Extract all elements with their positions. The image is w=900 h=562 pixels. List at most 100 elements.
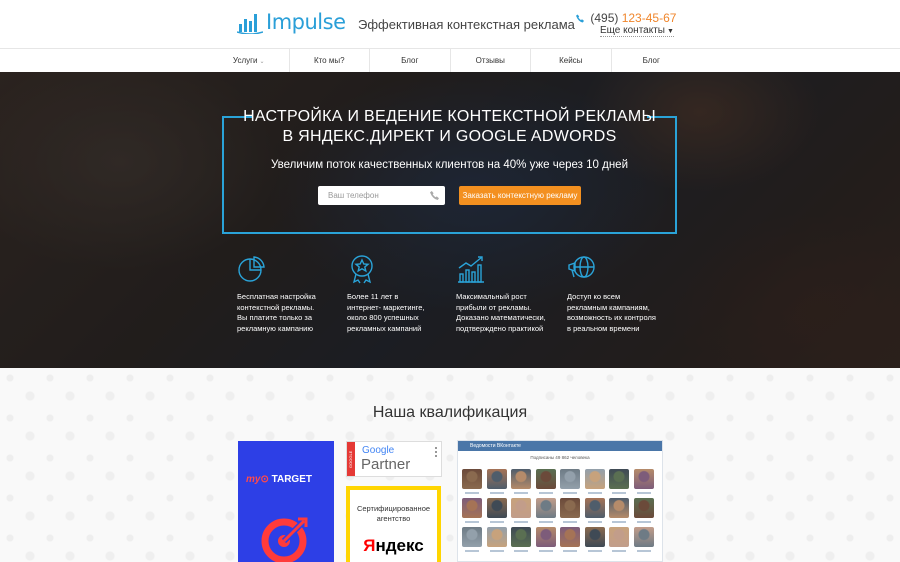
logo[interactable]: Impulse	[237, 10, 346, 34]
feature-line: около 800 успешных	[347, 313, 419, 322]
phone-icon	[576, 14, 584, 23]
vk-member-avatar[interactable]	[535, 469, 556, 494]
nav-item-blog[interactable]: Блог	[369, 49, 450, 72]
yandex-rest: ндекс	[375, 536, 424, 555]
phone-icon	[430, 191, 439, 200]
vk-member-avatar[interactable]	[511, 469, 531, 494]
order-ads-button[interactable]: Заказать контекстную рекламу	[459, 186, 581, 205]
yandex-cert-text: Сертифицированное агентство	[356, 504, 431, 523]
vk-member-avatar[interactable]	[462, 498, 482, 523]
vk-member-avatar[interactable]	[486, 527, 507, 552]
nav-item-reviews[interactable]: Отзывы	[449, 49, 531, 72]
site-tagline: Эффективная контекстная реклама	[358, 17, 575, 32]
vk-member-avatar[interactable]	[584, 527, 605, 552]
feature-line: Доступ ко всем	[567, 292, 621, 301]
more-contacts-label: Еще контакты	[600, 25, 665, 36]
qualification-section: Наша квалификация my⊙ TARGET GOOGLE Goog…	[0, 368, 900, 562]
vk-member-avatar[interactable]	[609, 527, 629, 552]
hero-section: НАСТРОЙКА И ВЕДЕНИЕ КОНТЕКСТНОЙ РЕКЛАМЫ …	[0, 72, 900, 368]
main-nav: Услуги ⌄ Кто мы? Блог Отзывы Кейсы Блог	[0, 48, 900, 72]
megaphone-globe-icon	[568, 256, 595, 278]
target-icon	[261, 517, 308, 562]
feature-line: прибыли от рекламы.	[456, 302, 532, 312]
hero-title: НАСТРОЙКА И ВЕДЕНИЕ КОНТЕКСТНОЙ РЕКЛАМЫ …	[222, 107, 677, 147]
vk-member-avatar[interactable]	[584, 469, 605, 494]
yandex-logo: Яндекс	[350, 536, 437, 556]
feature-line: Доказано математически,	[456, 313, 546, 322]
phone-number[interactable]: (495) 123-45-67	[576, 11, 676, 25]
vk-member-avatar[interactable]	[535, 527, 556, 552]
yandex-certified-badge[interactable]: Сертифицированное агентство Яндекс	[346, 486, 441, 562]
feature-line: интернет- маркетинге,	[347, 302, 425, 312]
vk-member-avatar[interactable]	[633, 469, 654, 494]
vk-member-avatar[interactable]	[609, 498, 629, 523]
features-list: Бесплатная настройка контекстной рекламы…	[237, 254, 667, 354]
pie-chart-coin-icon	[238, 256, 265, 282]
feature-item: Бесплатная настройка контекстной рекламы…	[237, 254, 337, 334]
google-word: Google	[362, 445, 395, 456]
vk-member-avatar[interactable]	[560, 469, 580, 494]
feature-line: рекламных кампаний	[347, 323, 422, 333]
hero-subtitle: Увеличим поток качественных клиентов на …	[270, 159, 628, 171]
phone-digits: 123-45-67	[621, 11, 677, 25]
award-medal-icon	[351, 255, 373, 284]
nav-item-services[interactable]: Услуги ⌄	[209, 49, 289, 72]
site-header: Impulse Эффективная контекстная реклама …	[0, 0, 900, 48]
google-partner-badge[interactable]: GOOGLE Google Partner	[346, 441, 442, 477]
section-title: Наша квалификация	[372, 404, 528, 421]
vk-community-widget[interactable]: Ведомости ВКонтакте Подписаны 49 862 чел…	[457, 440, 663, 562]
phone-code: (495)	[590, 11, 619, 25]
feature-line: рекламную кампанию	[237, 323, 313, 333]
hero-title-line1: НАСТРОЙКА И ВЕДЕНИЕ КОНТЕКСТНОЙ РЕКЛАМЫ	[243, 108, 656, 125]
feature-line: Вы платите только за	[237, 313, 313, 322]
feature-line: подтверждено практикой	[456, 323, 544, 333]
vk-member-avatar[interactable]	[584, 498, 605, 523]
feature-item: Более 11 лет в интернет- маркетинге, око…	[347, 254, 447, 334]
google-partner-side-label: GOOGLE	[347, 442, 355, 476]
partner-word: Partner	[361, 456, 411, 473]
feature-line: возможность их контроля	[567, 313, 656, 322]
feature-item: Доступ ко всем рекламным кампаниям, возм…	[567, 254, 667, 334]
vk-member-avatar[interactable]	[535, 498, 556, 523]
feature-line: Более 11 лет в	[347, 292, 399, 301]
bar-chart-logo-icon	[237, 14, 263, 34]
vk-member-avatar[interactable]	[511, 498, 531, 523]
nav-item-cases[interactable]: Кейсы	[530, 49, 611, 72]
nav-item-label: Услуги	[232, 56, 258, 65]
vk-widget-header: Ведомости ВКонтакте	[458, 441, 662, 451]
more-contacts-link[interactable]: Еще контакты ▼	[600, 25, 674, 37]
phone-input[interactable]	[318, 186, 445, 205]
yandex-first-letter: Я	[363, 536, 376, 555]
vk-member-avatar[interactable]	[560, 527, 580, 552]
vk-member-avatar[interactable]	[511, 527, 531, 552]
vk-member-avatar[interactable]	[560, 498, 580, 523]
vk-member-avatar[interactable]	[486, 498, 507, 523]
vk-member-avatar[interactable]	[486, 469, 507, 494]
feature-line: в реальном времени	[567, 323, 640, 333]
more-vert-icon	[435, 447, 437, 459]
caret-down-icon: ▼	[666, 28, 674, 35]
vk-member-avatar[interactable]	[633, 498, 654, 523]
mytarget-certificate[interactable]: my⊙ TARGET	[238, 441, 334, 562]
nav-item-label: Блог	[642, 56, 660, 65]
vk-member-avatar[interactable]	[633, 527, 654, 552]
feature-item: Максимальный рост прибыли от рекламы. До…	[456, 254, 556, 334]
nav-item-about[interactable]: Кто мы?	[288, 49, 370, 72]
vk-member-avatar[interactable]	[609, 469, 629, 494]
nav-item-label: Кейсы	[559, 56, 583, 65]
nav-item-label: Кто мы?	[313, 56, 345, 65]
feature-line: Бесплатная настройка	[237, 292, 316, 301]
nav-item-blog-2[interactable]: Блог	[610, 49, 692, 72]
logo-text: Impulse	[266, 10, 346, 34]
vk-subscribers-count: Подписаны 49 862 человека	[530, 455, 590, 460]
growth-chart-icon	[458, 256, 484, 283]
vk-avatar-grid	[462, 469, 660, 552]
mytarget-logo: my⊙ TARGET	[246, 474, 312, 485]
hero-title-line2: В ЯНДЕКС.ДИРЕКТ И GOOGLE ADWORDS	[282, 128, 617, 145]
feature-line: рекламным кампаниям,	[567, 302, 650, 312]
vk-member-avatar[interactable]	[462, 527, 482, 552]
feature-line: контекстной рекламы.	[237, 302, 315, 312]
chevron-down-icon: ⌄	[259, 59, 265, 65]
vk-member-avatar[interactable]	[462, 469, 482, 494]
nav-item-label: Отзывы	[475, 56, 505, 65]
